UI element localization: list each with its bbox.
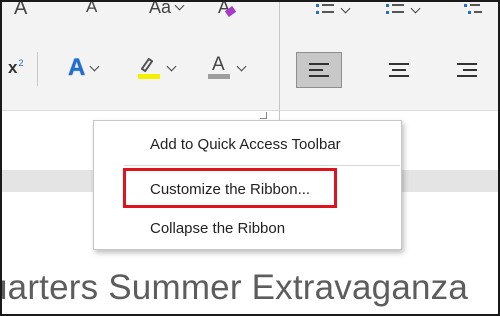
menu-item-label: Collapse the Ribbon — [150, 220, 286, 237]
chevron-down-icon — [174, 2, 185, 10]
align-right-icon — [457, 63, 477, 77]
ribbon: A A Aa A x 2 A A — [2, 2, 498, 111]
align-left-icon — [309, 63, 329, 77]
chevron-down-icon — [340, 3, 351, 13]
align-left-button[interactable] — [296, 52, 342, 88]
highlighter-icon — [138, 56, 160, 80]
menu-item-label: Add to Quick Access Toolbar — [150, 136, 341, 153]
ribbon-group-separator — [279, 2, 280, 120]
highlight-box — [123, 168, 337, 208]
menu-item-add-to-quick-access-toolbar[interactable]: Add to Quick Access Toolbar — [94, 125, 401, 161]
change-case-button[interactable]: Aa — [149, 0, 185, 17]
text-highlight-color-button[interactable] — [138, 56, 177, 80]
numbering-icon — [386, 4, 404, 14]
font-color-letter: A — [212, 54, 225, 75]
menu-item-collapse-the-ribbon[interactable]: Collapse the Ribbon — [94, 209, 401, 245]
dialog-launcher-icon[interactable] — [260, 112, 267, 119]
align-right-button[interactable] — [444, 52, 490, 88]
bullets-button[interactable] — [316, 3, 351, 16]
multilevel-list-button[interactable] — [462, 4, 482, 16]
align-center-icon — [389, 63, 409, 77]
document-heading-text: uarters Summer Extravaganza — [0, 268, 469, 307]
numbering-button[interactable] — [386, 3, 421, 16]
font-color-icon: A — [208, 54, 230, 80]
separator — [37, 52, 38, 86]
chevron-down-icon — [410, 3, 421, 13]
grow-font-button[interactable]: A — [14, 0, 28, 19]
shrink-font-button[interactable]: A — [86, 0, 98, 16]
shrink-font-glyph: A — [86, 0, 98, 16]
context-menu: Add to Quick Access Toolbar Customize th… — [93, 120, 402, 250]
chevron-down-icon — [236, 61, 247, 71]
text-effects-button[interactable]: A — [68, 54, 100, 82]
font-color-button[interactable]: A — [208, 54, 247, 80]
superscript-button[interactable]: x 2 — [8, 58, 23, 78]
superscript-base: x — [8, 58, 18, 77]
text-effects-icon: A — [68, 54, 86, 81]
clear-formatting-button[interactable]: A — [218, 2, 237, 17]
chevron-down-icon — [166, 61, 177, 71]
chevron-down-icon — [89, 61, 100, 71]
menu-divider — [124, 165, 400, 166]
bullets-icon — [316, 4, 334, 14]
center-button[interactable] — [376, 52, 422, 88]
change-case-glyph: Aa — [149, 0, 172, 17]
superscript-exponent: 2 — [18, 58, 24, 68]
multilevel-list-icon — [464, 4, 482, 14]
grow-font-glyph: A — [14, 0, 28, 19]
screenshot-frame: A A Aa A x 2 A A uarters Summer Extravag… — [0, 0, 500, 316]
